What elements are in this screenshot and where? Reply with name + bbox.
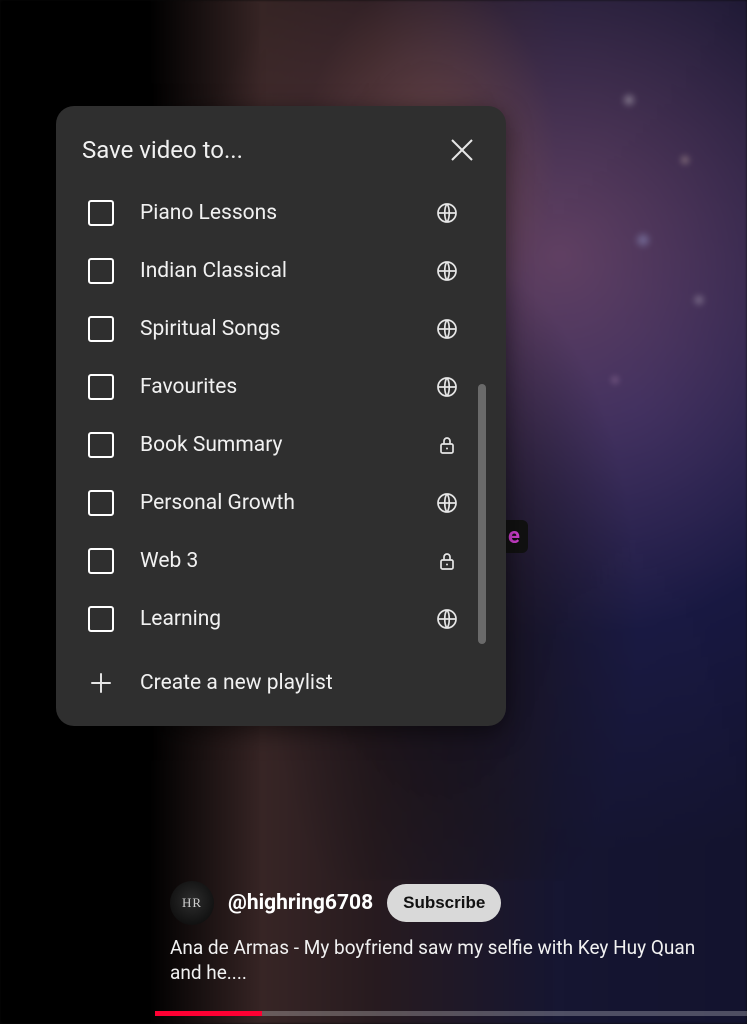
playlist-item[interactable]: Piano Lessons [82, 184, 466, 242]
close-button[interactable] [444, 132, 480, 168]
channel-row: HR @highring6708 Subscribe [170, 881, 727, 925]
lock-icon [434, 548, 460, 574]
video-bokeh [587, 60, 727, 460]
channel-handle[interactable]: @highring6708 [228, 891, 373, 915]
dialog-title: Save video to... [82, 136, 243, 164]
playlist-checkbox[interactable] [88, 548, 114, 574]
playlist-checkbox[interactable] [88, 490, 114, 516]
globe-icon [434, 200, 460, 226]
playlist-item[interactable]: Spiritual Songs [82, 300, 466, 358]
playlist-name: Piano Lessons [140, 201, 408, 225]
playlist-item[interactable]: Learning [82, 590, 466, 648]
playlist-checkbox[interactable] [88, 258, 114, 284]
playlist-name: Web 3 [140, 549, 408, 573]
playlist-name: Personal Growth [140, 491, 408, 515]
playlist-name: Spiritual Songs [140, 317, 408, 341]
playlist-name: Indian Classical [140, 259, 408, 283]
create-playlist-button[interactable]: Create a new playlist [82, 648, 480, 708]
playlist-item[interactable]: Favourites [82, 358, 466, 416]
playlist-name: Favourites [140, 375, 408, 399]
video-title: Ana de Armas - My boyfriend saw my selfi… [170, 935, 727, 986]
globe-icon [434, 606, 460, 632]
globe-icon [434, 490, 460, 516]
playlist-checkbox[interactable] [88, 606, 114, 632]
playlist-item[interactable]: Book Summary [82, 416, 466, 474]
playlist-name: Learning [140, 607, 408, 631]
scrollbar-thumb[interactable] [478, 384, 486, 644]
playlist-checkbox[interactable] [88, 316, 114, 342]
globe-icon [434, 316, 460, 342]
create-playlist-label: Create a new playlist [140, 671, 333, 695]
plus-icon [88, 670, 114, 696]
playlist-checkbox[interactable] [88, 200, 114, 226]
playlist-name: Book Summary [140, 433, 408, 457]
progress-fill [155, 1011, 262, 1016]
video-meta: HR @highring6708 Subscribe Ana de Armas … [170, 881, 727, 986]
subscribe-button[interactable]: Subscribe [387, 884, 501, 922]
globe-icon [434, 374, 460, 400]
playlist-checkbox[interactable] [88, 374, 114, 400]
playlist-item[interactable]: Web 3 [82, 532, 466, 590]
save-to-playlist-dialog: Save video to... Piano Lessons Indian Cla… [56, 106, 506, 726]
close-icon [447, 135, 477, 165]
progress-bar[interactable] [155, 1011, 747, 1016]
playlist-list: Piano Lessons Indian Classical Spiritual S… [82, 184, 480, 648]
playlist-item[interactable]: Personal Growth [82, 474, 466, 532]
channel-avatar[interactable]: HR [170, 881, 214, 925]
scrollbar[interactable] [478, 384, 486, 644]
playlist-item[interactable]: Indian Classical [82, 242, 466, 300]
globe-icon [434, 258, 460, 284]
dialog-header: Save video to... [82, 132, 480, 168]
lock-icon [434, 432, 460, 458]
playlist-checkbox[interactable] [88, 432, 114, 458]
